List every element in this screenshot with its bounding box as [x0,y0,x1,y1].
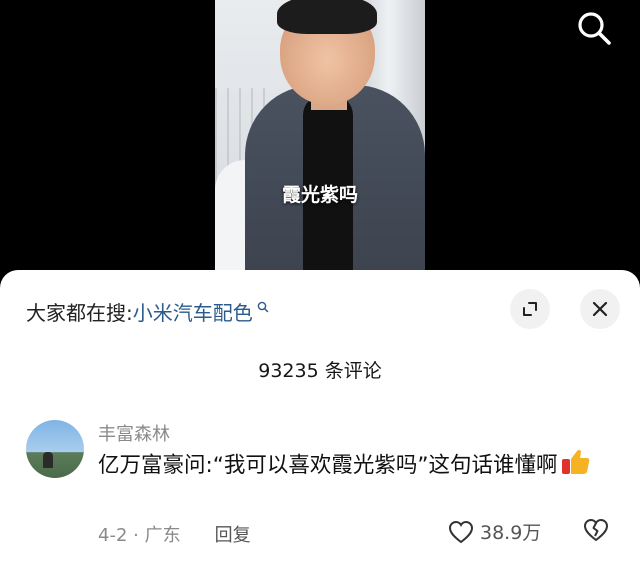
dislike-button[interactable] [582,518,610,546]
comment-count: 93235 条评论 [258,360,382,382]
comment-text: 亿万富豪问:“我可以喜欢霞光紫吗”这句话谁懂啊 [98,453,558,478]
person-hair [277,0,377,34]
search-button[interactable] [574,8,614,48]
video-frame[interactable]: 霞光紫吗 [215,0,425,290]
search-suggestion: 大家都在搜: 小米汽车配色 [26,294,269,328]
suggestion-keyword[interactable]: 小米汽车配色 [133,297,253,326]
broken-heart-icon [583,518,609,542]
comment-text-wrap: 亿万富豪问:“我可以喜欢霞光紫吗”这句话谁懂啊 [98,448,608,481]
expand-button[interactable] [510,289,550,329]
close-icon [592,301,608,317]
comment-username[interactable]: 丰富森林 [98,420,170,446]
avatar-figure [43,452,53,468]
avatar[interactable] [26,420,84,478]
close-button[interactable] [580,289,620,329]
video-caption: 霞光紫吗 [281,184,358,206]
search-icon [578,12,611,45]
comment-meta: 4-2 · 广东 回复 [98,521,251,547]
comment-item[interactable]: 丰富森林 亿万富豪问:“我可以喜欢霞光紫吗”这句话谁懂啊 4-2 · 广东 回复… [0,418,640,568]
reply-button[interactable]: 回复 [215,521,251,547]
comment-date-location: 4-2 · 广东 [98,525,181,546]
like-button[interactable]: 38.9万 [448,518,541,545]
suggestion-search-icon [257,301,268,313]
video-player[interactable]: 霞光紫吗 [0,0,640,290]
comment-sheet: 大家都在搜: 小米汽车配色 93235 条评论 丰富森林 亿万富豪问:“我可以喜… [0,270,640,573]
expand-icon [523,302,537,316]
like-count: 38.9万 [480,522,542,544]
heart-icon [448,520,474,543]
suggestion-prefix: 大家都在搜: [26,300,133,325]
thumbs-up-emoji-icon [561,449,589,474]
